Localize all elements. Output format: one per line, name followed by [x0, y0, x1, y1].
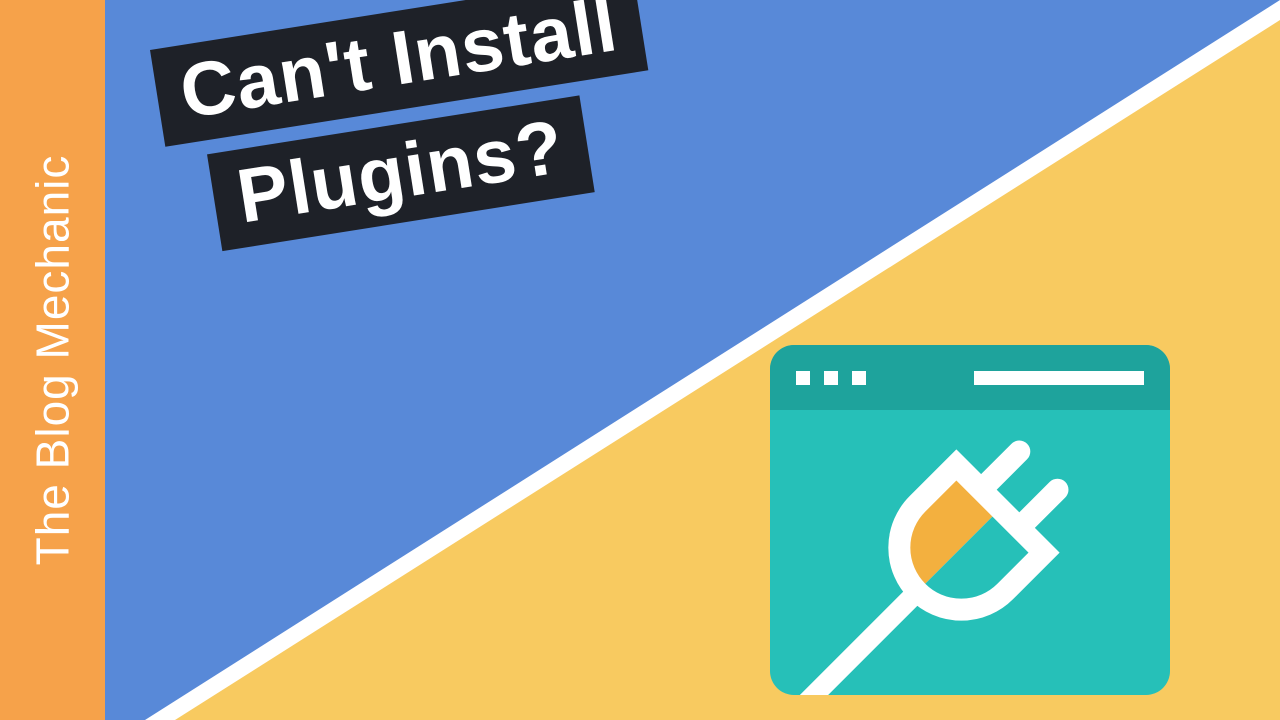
brand-sidebar: The Blog Mechanic [0, 0, 105, 720]
window-controls [796, 371, 866, 385]
headline: Can't Install Plugins? [150, 0, 665, 257]
window-dot [824, 371, 838, 385]
browser-header [770, 345, 1170, 410]
brand-text: The Blog Mechanic [26, 155, 80, 566]
window-dot [796, 371, 810, 385]
plug-icon [804, 415, 1134, 695]
browser-window-icon [770, 345, 1170, 695]
window-dot [852, 371, 866, 385]
address-bar [974, 371, 1144, 385]
